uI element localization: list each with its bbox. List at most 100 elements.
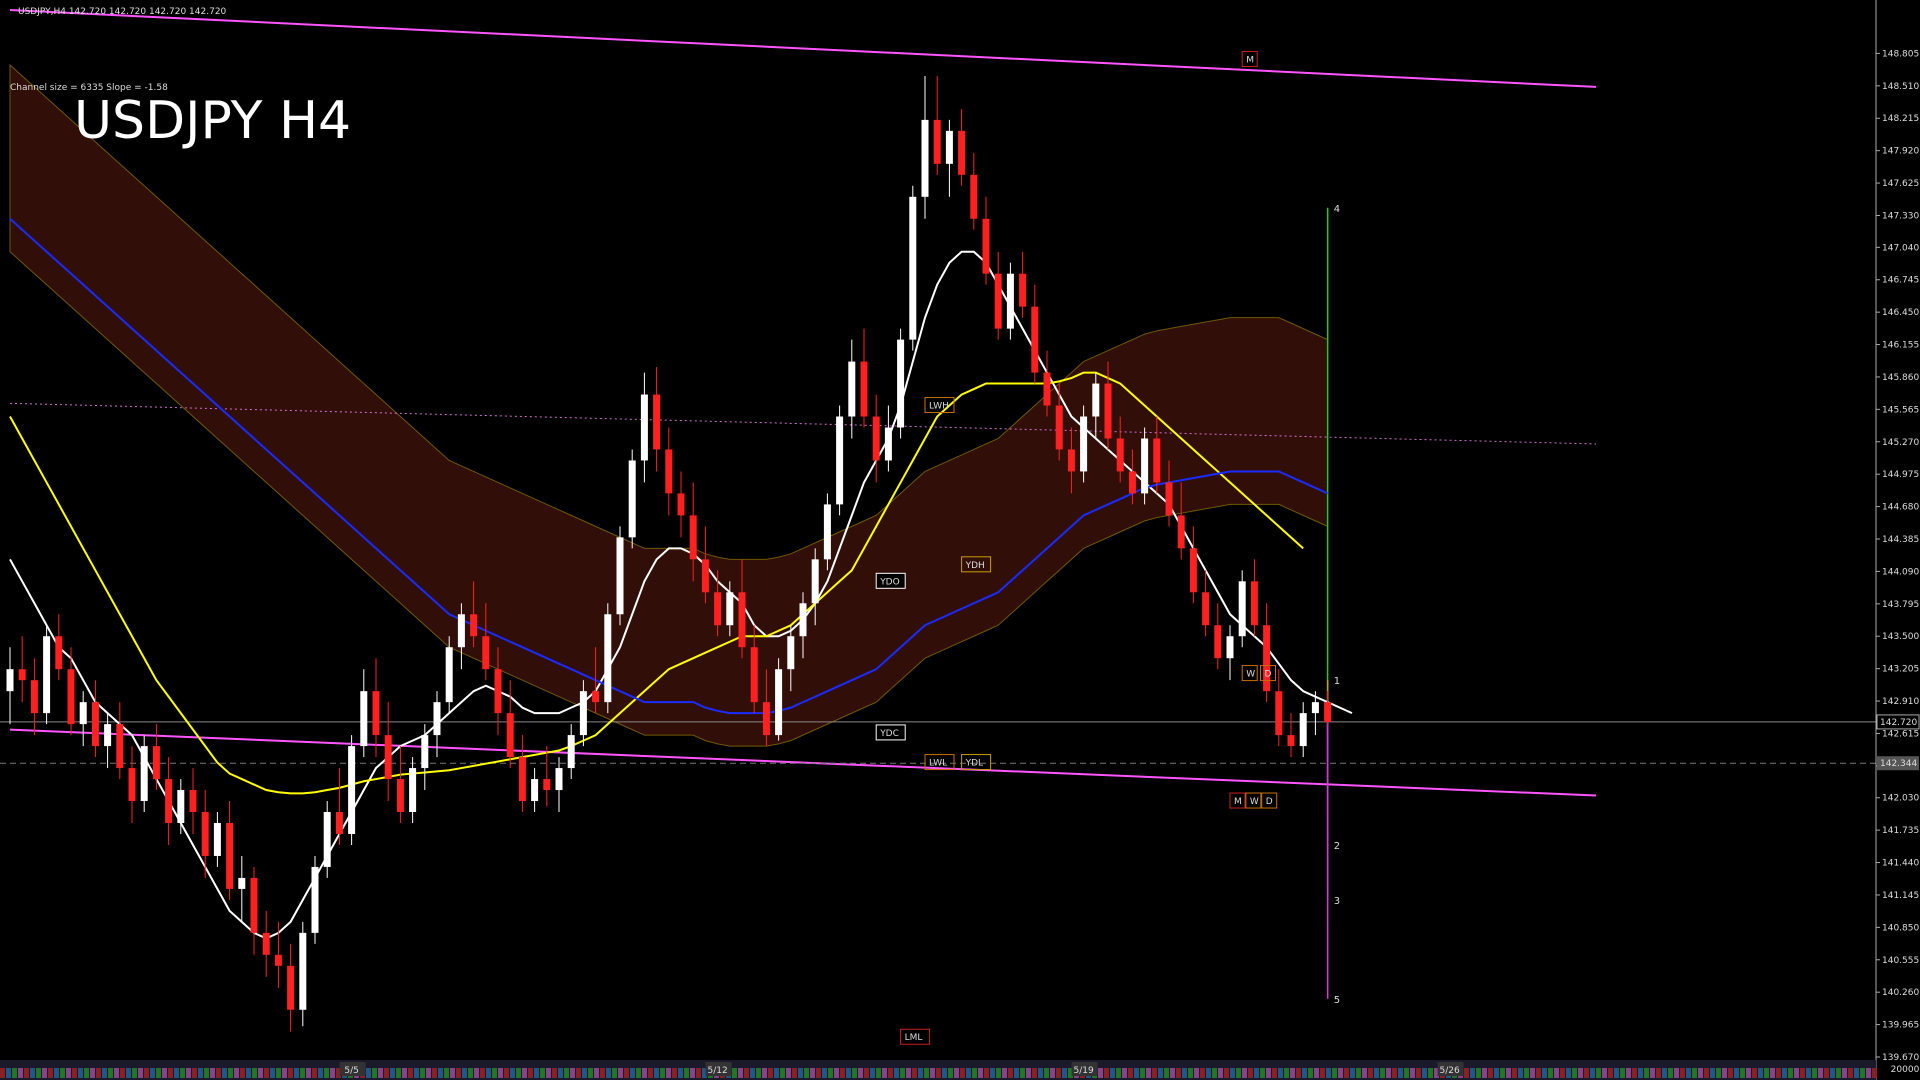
- date-strip-block: [840, 1068, 845, 1078]
- date-strip-block: [600, 1068, 605, 1078]
- date-strip-block: [684, 1068, 689, 1078]
- date-strip-block: [1470, 1068, 1475, 1078]
- candle-body: [750, 647, 758, 703]
- date-strip-block: [1272, 1068, 1277, 1078]
- candle-body: [201, 812, 209, 856]
- y-tick-label: 140.555: [1882, 956, 1919, 966]
- date-strip-block: [678, 1068, 683, 1078]
- date-strip-block: [1374, 1068, 1379, 1078]
- candle-11: [140, 735, 148, 813]
- candle-body: [982, 218, 990, 274]
- level-text: LML: [905, 1033, 923, 1043]
- date-strip-block: [864, 1068, 869, 1078]
- candle-body: [262, 932, 270, 955]
- date-strip-block: [1590, 1068, 1595, 1078]
- candle-body: [823, 504, 831, 560]
- date-strip-block: [642, 1068, 647, 1078]
- candle-body: [506, 713, 514, 758]
- date-strip-block: [576, 1068, 581, 1078]
- date-strip-block: [1140, 1068, 1145, 1078]
- date-strip-block: [408, 1068, 413, 1078]
- level-text: W: [1246, 670, 1255, 680]
- date-strip-block: [1620, 1068, 1625, 1078]
- date-strip-block: [480, 1068, 485, 1078]
- date-strip-block: [1152, 1068, 1157, 1078]
- date-strip-block: [174, 1068, 179, 1078]
- candle-body: [1324, 702, 1332, 722]
- date-strip-block: [300, 1068, 305, 1078]
- candle-body: [994, 273, 1002, 329]
- candle-3: [43, 625, 51, 725]
- candle-body: [811, 559, 819, 604]
- date-strip-block: [1326, 1068, 1331, 1078]
- candle-body: [445, 647, 453, 703]
- date-strip-block: [1164, 1068, 1169, 1078]
- date-strip-block: [870, 1068, 875, 1078]
- candle-body: [555, 768, 563, 791]
- date-strip-block: [1416, 1068, 1421, 1078]
- candle-body: [18, 669, 26, 681]
- date-strip-block: [1284, 1068, 1289, 1078]
- candle-body: [579, 691, 587, 736]
- date-strip-block: [216, 1068, 221, 1078]
- date-strip-block: [288, 1068, 293, 1078]
- date-strip-block: [420, 1068, 425, 1078]
- date-strip-block: [1728, 1068, 1733, 1078]
- candle-36: [445, 636, 453, 714]
- candle-28: [348, 735, 356, 845]
- y-tick-label: 145.565: [1882, 405, 1919, 415]
- date-strip-block: [1716, 1068, 1721, 1078]
- date-strip-block: [264, 1068, 269, 1078]
- date-strip-block: [1638, 1068, 1643, 1078]
- level-text: M: [1246, 55, 1254, 65]
- date-strip-block: [144, 1068, 149, 1078]
- candle-73: [897, 328, 905, 439]
- date-strip-block: [1506, 1068, 1511, 1078]
- date-strip-block: [888, 1068, 893, 1078]
- date-strip-block: [402, 1068, 407, 1078]
- forecast-label-1: 1: [1334, 676, 1340, 687]
- candle-93: [1141, 427, 1149, 505]
- candle-body: [6, 669, 14, 692]
- date-strip-block: [1674, 1068, 1679, 1078]
- candle-body: [1250, 581, 1258, 626]
- candle-body: [1031, 306, 1039, 373]
- date-strip-block: [1062, 1068, 1067, 1078]
- date-label: 5/5: [344, 1066, 358, 1076]
- date-strip-block: [1116, 1068, 1121, 1078]
- candle-82: [1006, 262, 1014, 340]
- y-tick-label: 148.215: [1882, 114, 1919, 124]
- date-strip-block: [1848, 1068, 1853, 1078]
- date-strip-block: [1806, 1068, 1811, 1078]
- date-strip-block: [606, 1068, 611, 1078]
- date-strip-block: [222, 1068, 227, 1078]
- date-strip-block: [1176, 1068, 1181, 1078]
- date-strip-block: [396, 1068, 401, 1078]
- date-strip-block: [552, 1068, 557, 1078]
- date-strip-block: [516, 1068, 521, 1078]
- candle-body: [714, 592, 722, 626]
- candle-body: [287, 965, 295, 1010]
- y-tick-label: 148.805: [1882, 49, 1919, 59]
- level-text: LWH: [929, 402, 949, 412]
- candle-body: [799, 603, 807, 637]
- candle-body: [104, 724, 112, 747]
- candle-body: [531, 779, 539, 802]
- date-strip-block: [1704, 1068, 1709, 1078]
- date-strip-block: [1158, 1068, 1163, 1078]
- date-strip-block: [1032, 1068, 1037, 1078]
- candle-body: [274, 954, 282, 966]
- date-strip-block: [780, 1068, 785, 1078]
- price-chart[interactable]: 41235 YDOYDHYDCLWHLWL YDLLMLMW DM W D 148.80…: [0, 0, 1920, 1080]
- date-strip-block: [768, 1068, 773, 1078]
- candle-body: [945, 130, 953, 164]
- date-strip-block: [276, 1068, 281, 1078]
- date-strip-block: [798, 1068, 803, 1078]
- date-strip-block: [162, 1068, 167, 1078]
- date-strip-block: [738, 1068, 743, 1078]
- date-strip-block: [876, 1068, 881, 1078]
- date-strip-block: [852, 1068, 857, 1078]
- candle-body: [958, 130, 966, 175]
- candle-body: [140, 746, 148, 802]
- date-strip-block: [1026, 1068, 1031, 1078]
